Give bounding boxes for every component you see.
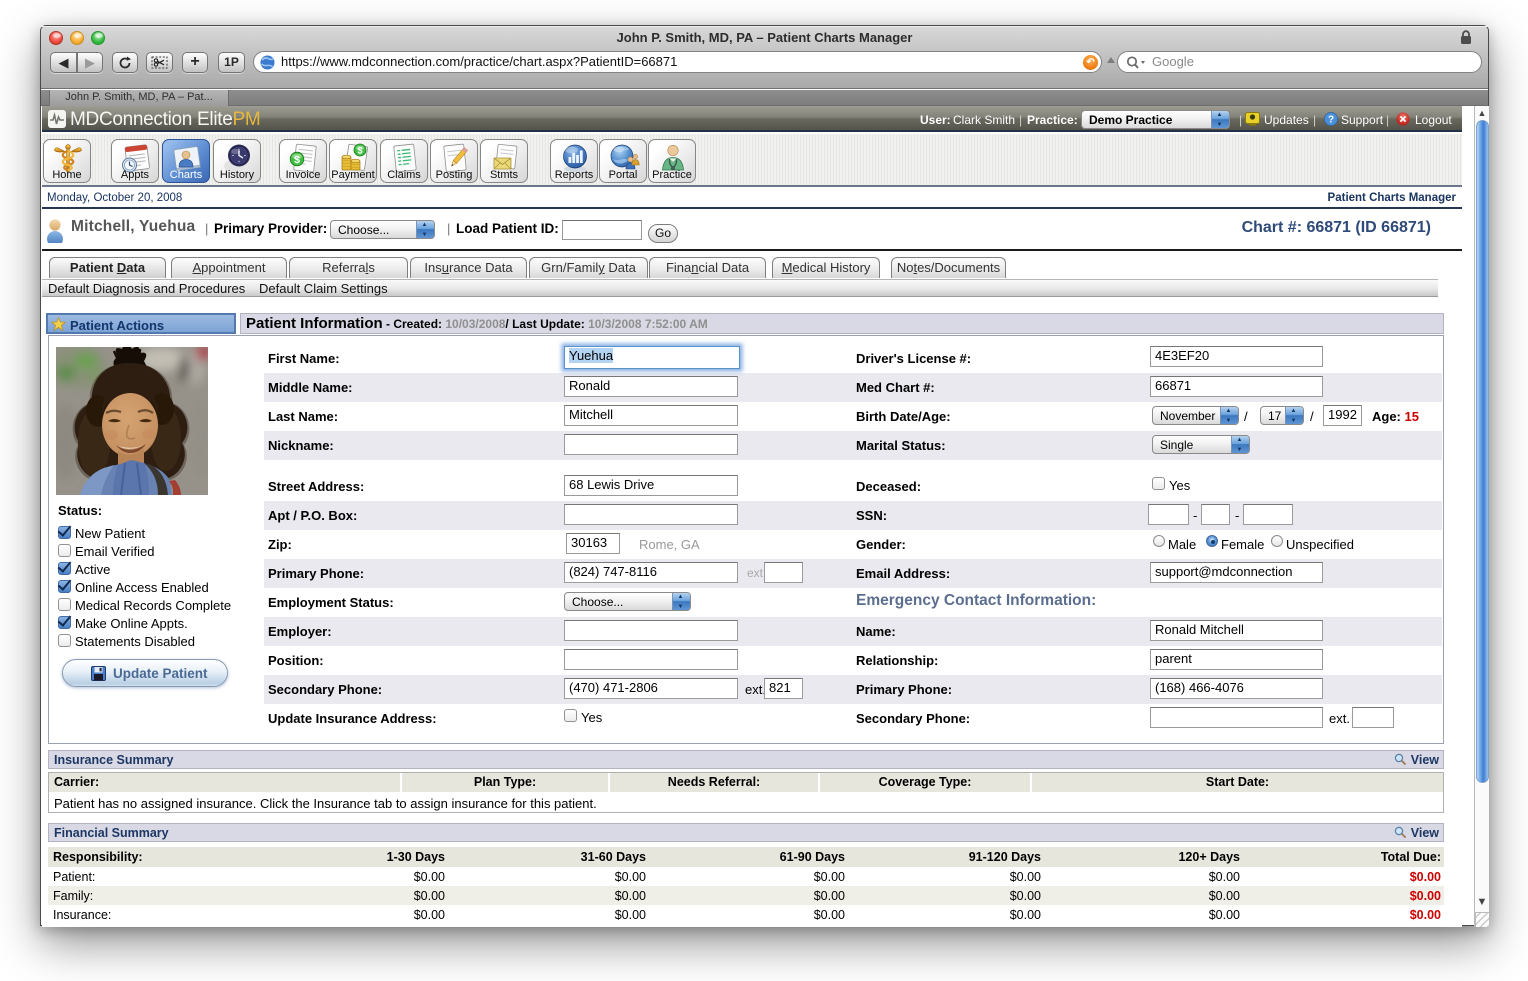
svg-text:?: ? xyxy=(1328,114,1334,125)
svg-text:$: $ xyxy=(294,154,300,166)
svg-text:$: $ xyxy=(357,146,363,157)
